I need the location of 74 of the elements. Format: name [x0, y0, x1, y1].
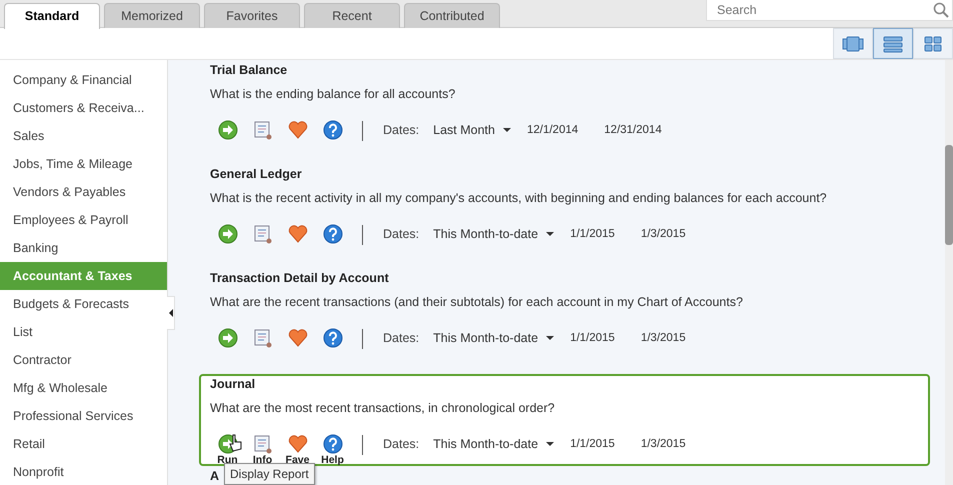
from-date: 1/1/2015 — [570, 227, 615, 242]
report-title: Journal — [210, 376, 256, 392]
help-icon[interactable] — [322, 434, 342, 454]
sidebar-item[interactable]: Nonprofit — [0, 458, 167, 485]
from-date: 1/1/2015 — [570, 331, 615, 346]
sidebar-item[interactable]: Professional Services — [0, 402, 167, 430]
search-field[interactable]: Search — [706, 0, 953, 21]
sidebar-item[interactable]: Banking — [0, 234, 167, 262]
sidebar-item[interactable]: Jobs, Time & Mileage — [0, 150, 167, 178]
heart-icon[interactable] — [288, 120, 308, 140]
sidebar-item[interactable]: Sales — [0, 122, 167, 150]
dates-label: Dates: — [383, 436, 420, 453]
period-dropdown[interactable]: This Month-to-date — [433, 224, 554, 244]
sidebar-item[interactable]: Contractor — [0, 346, 167, 374]
sidebar-item[interactable]: Vendors & Payables — [0, 178, 167, 206]
tab[interactable]: Contributed — [404, 3, 500, 28]
report-question: What are the most recent transactions, in chronological order? — [210, 400, 556, 417]
sidebar-item[interactable]: List — [0, 318, 167, 346]
tooltip: Display Report — [224, 463, 315, 485]
report-title: Transaction Detail by Account — [210, 270, 389, 286]
sidebar-item[interactable]: Budgets & Forecasts — [0, 290, 167, 318]
report-icon[interactable] — [252, 120, 272, 140]
to-date: 1/3/2015 — [640, 227, 686, 242]
dates-label: Dates: — [383, 226, 420, 243]
period-dropdown[interactable]: Last Month — [433, 120, 511, 140]
caret-icon — [546, 336, 554, 340]
tab[interactable]: Favorites — [204, 3, 300, 28]
period-dropdown[interactable]: This Month-to-date — [433, 434, 554, 454]
tab[interactable]: Standard — [4, 3, 100, 29]
sidebar-item[interactable]: Customers & Receiva... — [0, 94, 167, 122]
report-icon[interactable] — [252, 434, 272, 454]
to-date: 12/31/2014 — [604, 123, 662, 138]
report-title: Trial Balance — [210, 62, 288, 78]
from-date: 12/1/2014 — [526, 123, 578, 138]
help-icon[interactable] — [322, 120, 342, 140]
report-question: What is the ending balance for all accounts? — [210, 86, 456, 103]
sidebar-item[interactable]: Mfg & Wholesale — [0, 374, 167, 402]
report-title: General Ledger — [210, 166, 302, 182]
list-view-icon — [882, 34, 904, 52]
tab[interactable]: Memorized — [104, 3, 200, 28]
report-question: What is the recent activity in all my company's accounts, with beginning and ending balances for each account? — [210, 190, 828, 207]
help-icon[interactable] — [322, 224, 342, 244]
caret-icon — [502, 128, 511, 132]
to-date: 1/3/2015 — [640, 437, 686, 452]
period-dropdown[interactable]: This Month-to-date — [433, 328, 554, 348]
report-title: A — [210, 468, 220, 484]
report-question: What are the recent transactions (and their subtotals) for each account in my Chart of Accounts? — [210, 294, 744, 311]
action-label[interactable]: Info — [252, 454, 272, 466]
search-icon — [933, 2, 949, 18]
action-label[interactable]: Run — [217, 454, 238, 466]
hand-cursor-icon — [229, 434, 243, 452]
to-date: 1/3/2015 — [640, 331, 686, 346]
report-icon[interactable] — [252, 328, 272, 348]
dates-label: Dates: — [383, 122, 420, 139]
tab[interactable]: Recent — [304, 3, 400, 28]
sidebar-item[interactable]: Retail — [0, 430, 167, 458]
heart-icon[interactable] — [288, 434, 308, 454]
dates-label: Dates: — [383, 330, 420, 347]
heart-icon[interactable] — [288, 328, 308, 348]
sidebar-item[interactable]: Company & Financial — [0, 66, 167, 94]
view-button[interactable] — [873, 28, 913, 59]
sidebar-item[interactable]: Employees & Payroll — [0, 206, 167, 234]
help-icon[interactable] — [322, 328, 342, 348]
report-icon[interactable] — [252, 224, 272, 244]
caret-icon — [546, 232, 554, 236]
scrollbar[interactable] — [945, 145, 953, 245]
collapse-handle[interactable] — [167, 296, 175, 330]
from-date: 1/1/2015 — [570, 437, 615, 452]
heart-icon[interactable] — [288, 224, 308, 244]
action-label[interactable]: Help — [321, 454, 344, 466]
carousel-view-icon — [842, 34, 864, 52]
grid-view-icon — [922, 34, 944, 52]
caret-icon — [546, 442, 554, 446]
action-label[interactable]: Fave — [286, 454, 310, 466]
